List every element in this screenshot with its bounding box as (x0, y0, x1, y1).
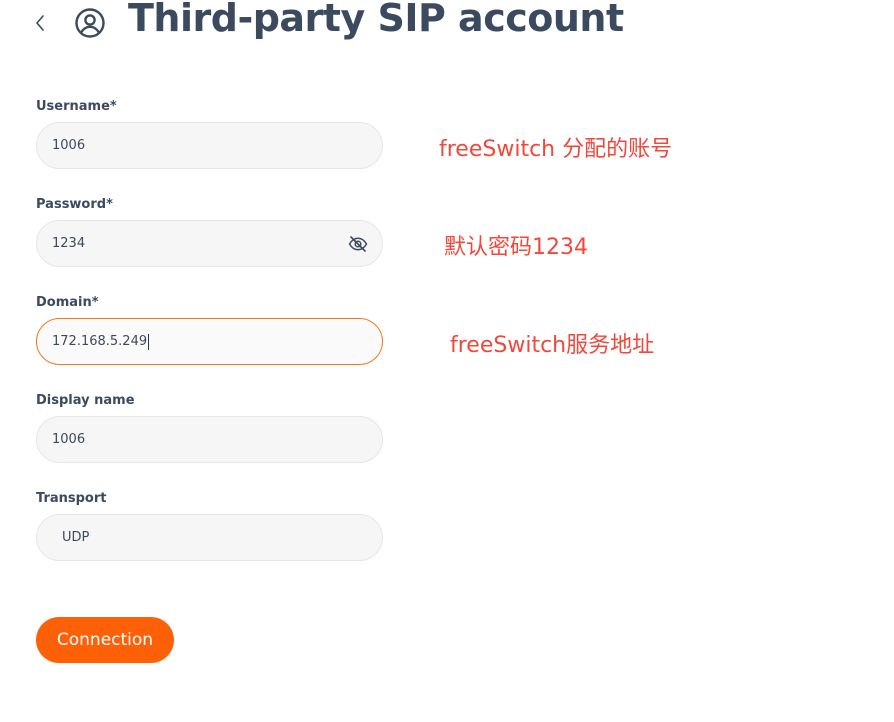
transport-label: Transport (36, 491, 107, 506)
username-label: Username* (36, 99, 117, 114)
eye-off-icon (348, 236, 368, 252)
domain-field[interactable]: 172.168.5.249 (36, 318, 383, 365)
page-title: Third-party SIP account (128, 0, 624, 40)
back-button[interactable] (30, 8, 50, 38)
chevron-left-icon (36, 15, 44, 31)
username-annotation: freeSwitch 分配的账号 (439, 137, 673, 162)
page-header: Third-party SIP account (0, 0, 894, 60)
domain-value: 172.168.5.249 (52, 334, 148, 349)
transport-value: UDP (62, 530, 90, 545)
text-caret (148, 333, 150, 350)
password-value: 1234 (52, 236, 86, 251)
user-circle-icon (75, 8, 105, 38)
display-name-value: 1006 (52, 432, 86, 447)
connection-button[interactable]: Connection (36, 617, 174, 663)
domain-annotation: freeSwitch服务地址 (450, 333, 655, 358)
password-label: Password* (36, 197, 113, 212)
domain-label: Domain* (36, 295, 99, 310)
password-field[interactable]: 1234 (36, 220, 383, 267)
username-field[interactable]: 1006 (36, 122, 383, 169)
display-name-label: Display name (36, 393, 135, 408)
password-annotation: 默认密码1234 (444, 235, 588, 260)
transport-select[interactable]: UDP (36, 514, 383, 561)
toggle-password-visibility-button[interactable] (348, 234, 368, 254)
username-value: 1006 (52, 138, 86, 153)
display-name-field[interactable]: 1006 (36, 416, 383, 463)
